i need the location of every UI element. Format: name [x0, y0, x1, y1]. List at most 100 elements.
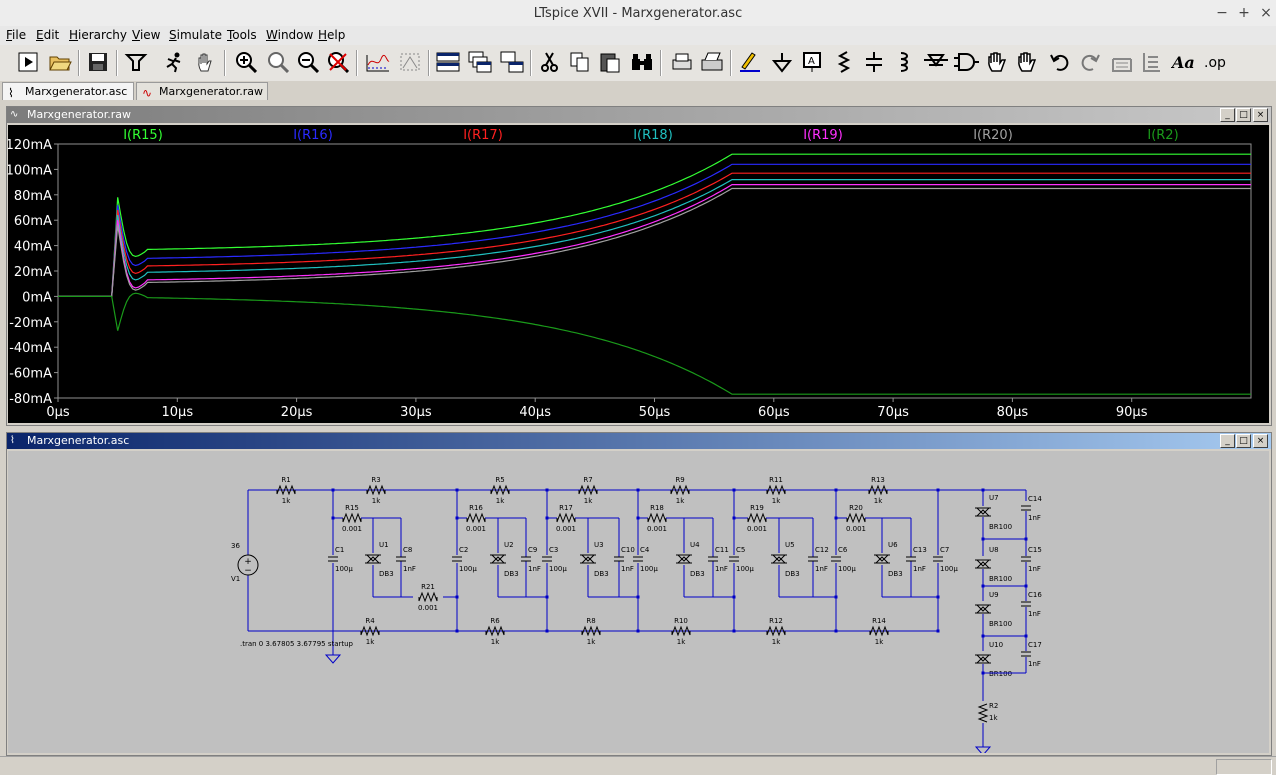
inductor-icon[interactable]: [890, 48, 918, 76]
waveform-plot[interactable]: 120mA 100mA 80mA 60mA 40mA 20mA 0mA -20mA -40mA -…: [6, 125, 1269, 423]
schematic-drawing[interactable]: +−36V1.tran 0 3.67805 3.67795 startupR11…: [8, 451, 1269, 756]
zoom-in-icon[interactable]: [232, 48, 260, 76]
waveform-chart[interactable]: 120mA 100mA 80mA 60mA 40mA 20mA 0mA -20mA -40mA -…: [6, 125, 1269, 423]
pick-visible-icon[interactable]: [396, 48, 424, 76]
capacitor-c1[interactable]: [328, 556, 338, 562]
mirror-icon[interactable]: [1138, 48, 1166, 76]
legend-i-r2-[interactable]: I(R2): [1147, 128, 1178, 143]
cascade-icon[interactable]: [466, 48, 494, 76]
diac-u3[interactable]: [580, 554, 596, 564]
paste-icon[interactable]: [596, 48, 624, 76]
capacitor-c12[interactable]: [808, 556, 818, 562]
ground-icon[interactable]: [768, 48, 796, 76]
maximize-icon[interactable]: +: [1234, 3, 1254, 23]
voltage-source-v1[interactable]: +−: [237, 554, 259, 576]
diac-u6[interactable]: [874, 554, 890, 564]
autorange-icon[interactable]: [364, 48, 392, 76]
halt-icon[interactable]: [160, 48, 188, 76]
spice-directive-icon[interactable]: .op: [1202, 48, 1230, 76]
capacitor-c3[interactable]: [542, 556, 552, 562]
waveform-window[interactable]: ∿ Marxgenerator.raw _ □ × 120mA 100mA 80mA…: [6, 106, 1272, 426]
trace-i-r18-[interactable]: [58, 178, 1251, 297]
capacitor-c11[interactable]: [708, 556, 718, 562]
move-icon[interactable]: [984, 48, 1012, 76]
capacitor-c13[interactable]: [906, 556, 916, 562]
drag-icon[interactable]: [1014, 48, 1042, 76]
close-icon[interactable]: ×: [1253, 108, 1268, 122]
capacitor-c4[interactable]: [633, 556, 643, 562]
save-icon[interactable]: [84, 48, 112, 76]
zoom-cancel-icon[interactable]: [324, 48, 352, 76]
trace-i-r2-[interactable]: [58, 292, 1251, 395]
capacitor-c15[interactable]: [1021, 556, 1031, 562]
menu-tools[interactable]: Tools: [227, 28, 257, 42]
resistor-r21[interactable]: [418, 591, 438, 603]
undo-icon[interactable]: [1046, 48, 1074, 76]
print-icon[interactable]: [698, 48, 726, 76]
menu-view[interactable]: View: [132, 28, 160, 42]
find-icon[interactable]: [628, 48, 656, 76]
text-icon[interactable]: Aa: [1170, 48, 1198, 76]
legend-i-r19-[interactable]: I(R19): [803, 128, 843, 143]
component-icon[interactable]: [952, 48, 980, 76]
capacitor-c8[interactable]: [396, 556, 406, 562]
breakover-u8[interactable]: [975, 559, 991, 569]
waveform-window-titlebar[interactable]: ∿ Marxgenerator.raw _ □ ×: [7, 107, 1271, 123]
draw-wire-icon[interactable]: [736, 48, 764, 76]
diac-u2[interactable]: [490, 554, 506, 564]
capacitor-icon[interactable]: [860, 48, 888, 76]
close-icon[interactable]: ×: [1253, 434, 1268, 448]
rotate-icon[interactable]: [1108, 48, 1136, 76]
resistor-r15[interactable]: [342, 512, 362, 524]
resistor-r2[interactable]: [977, 703, 989, 723]
label-net-icon[interactable]: A: [798, 48, 826, 76]
legend-i-r18-[interactable]: I(R18): [633, 128, 673, 143]
tile-horizontal-icon[interactable]: [434, 48, 462, 76]
trace-i-r20-[interactable]: [58, 187, 1251, 297]
menu-file[interactable]: File: [6, 28, 26, 42]
menu-simulate[interactable]: Simulate: [169, 28, 222, 42]
diac-u5[interactable]: [771, 554, 787, 564]
diac-u4[interactable]: [676, 554, 692, 564]
capacitor-c7[interactable]: [933, 556, 943, 562]
resistor-r17[interactable]: [556, 512, 576, 524]
capacitor-c17[interactable]: [1021, 651, 1031, 657]
breakover-u9[interactable]: [975, 604, 991, 614]
resistor-r20[interactable]: [846, 512, 866, 524]
zoom-out-icon[interactable]: [294, 48, 322, 76]
tab-schematic[interactable]: ⌇ Marxgenerator.asc: [2, 82, 134, 100]
copy-icon[interactable]: [566, 48, 594, 76]
resistor-r18[interactable]: [647, 512, 667, 524]
capacitor-c10[interactable]: [614, 556, 624, 562]
capacitor-c6[interactable]: [831, 556, 841, 562]
capacitor-c16[interactable]: [1021, 601, 1031, 607]
resistor-r19[interactable]: [747, 512, 767, 524]
tile-vertical-icon[interactable]: [498, 48, 526, 76]
pan-hand-icon[interactable]: [192, 48, 220, 76]
menu-help[interactable]: Help: [318, 28, 345, 42]
tab-waveform[interactable]: ∿ Marxgenerator.raw: [136, 82, 268, 100]
capacitor-c2[interactable]: [452, 556, 462, 562]
menu-hierarchy[interactable]: Hierarchy: [69, 28, 127, 42]
resistor-r16[interactable]: [466, 512, 486, 524]
zoom-area-icon[interactable]: [264, 48, 292, 76]
legend-i-r17-[interactable]: I(R17): [463, 128, 503, 143]
run-icon[interactable]: [14, 48, 42, 76]
capacitor-c9[interactable]: [521, 556, 531, 562]
legend-i-r20-[interactable]: I(R20): [973, 128, 1013, 143]
minimize-icon[interactable]: −: [1212, 3, 1232, 23]
legend-i-r16-[interactable]: I(R16): [293, 128, 333, 143]
close-icon[interactable]: ×: [1256, 3, 1276, 23]
open-icon[interactable]: [46, 48, 74, 76]
schematic-window[interactable]: ⌇ Marxgenerator.asc _ □ × + − 36 V1 .tran 0 …: [6, 432, 1272, 756]
diac-u1[interactable]: [365, 554, 381, 564]
print-preview-icon[interactable]: [668, 48, 696, 76]
cut-icon[interactable]: [536, 48, 564, 76]
minimize-icon[interactable]: _: [1220, 434, 1235, 448]
capacitor-c5[interactable]: [729, 556, 739, 562]
menu-edit[interactable]: Edit: [36, 28, 59, 42]
capacitor-c14[interactable]: [1021, 505, 1031, 511]
minimize-icon[interactable]: _: [1220, 108, 1235, 122]
control-panel-icon[interactable]: [122, 48, 150, 76]
legend-i-r15-[interactable]: I(R15): [123, 128, 163, 143]
